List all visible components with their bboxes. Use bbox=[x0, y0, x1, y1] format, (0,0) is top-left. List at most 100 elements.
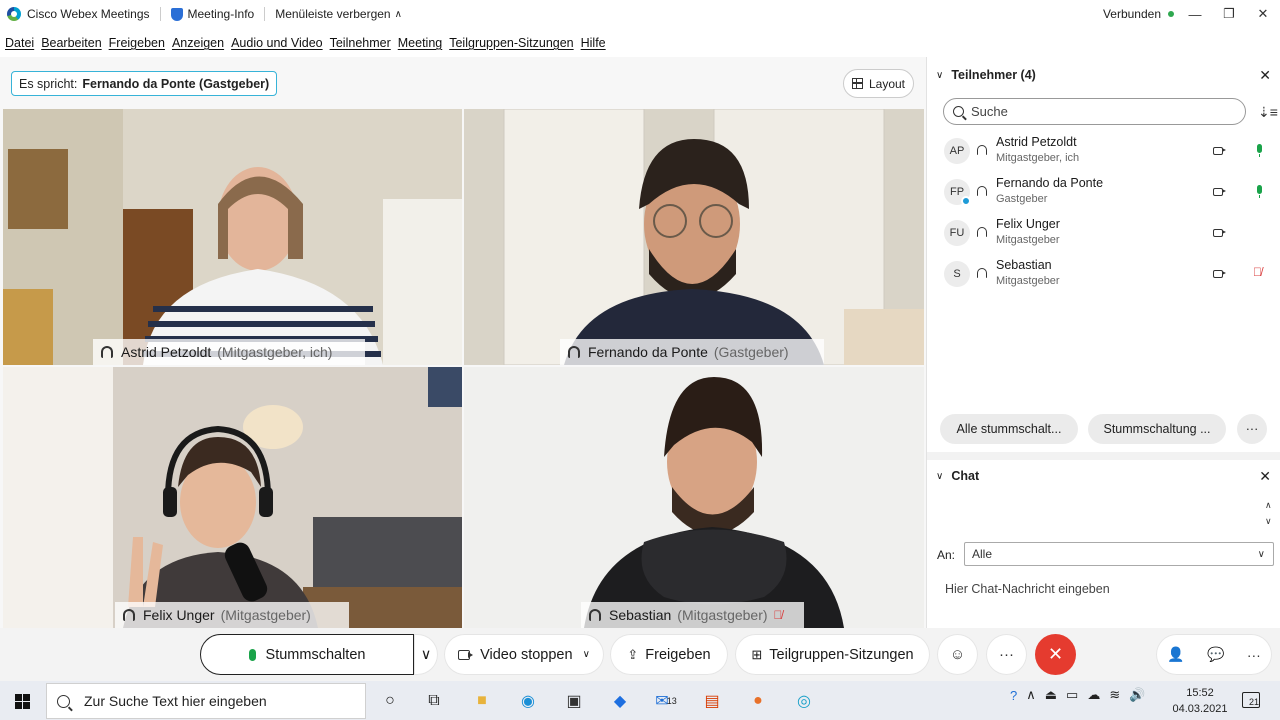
shield-icon bbox=[170, 7, 183, 21]
menu-freigeben[interactable]: Freigeben bbox=[109, 36, 165, 50]
camera-icon bbox=[1213, 188, 1226, 196]
video-feed-fernando bbox=[464, 109, 924, 365]
windows-start-icon[interactable] bbox=[15, 694, 30, 709]
menu-audio-video[interactable]: Audio und Video bbox=[231, 36, 323, 50]
mute-button[interactable]: Stummschalten bbox=[200, 634, 414, 675]
usb-icon[interactable]: ⏏ bbox=[1045, 687, 1057, 703]
tile-name: Astrid Petzoldt bbox=[121, 344, 212, 360]
video-tile-astrid[interactable]: Astrid Petzoldt (Mitgastgeber, ich) bbox=[3, 109, 462, 365]
layout-button[interactable]: Layout bbox=[843, 69, 914, 98]
video-tile-felix[interactable]: Felix Unger (Mitgastgeber) bbox=[3, 367, 462, 628]
mail-icon[interactable]: ✉ 13 bbox=[654, 689, 678, 713]
close-icon: ✕ bbox=[1047, 644, 1064, 664]
video-stage: Es spricht: Fernando da Ponte (Gastgeber… bbox=[0, 57, 926, 628]
tile-role: (Gastgeber) bbox=[713, 344, 789, 360]
participant-row[interactable]: FP Fernando da Ponte Gastgeber bbox=[941, 173, 1271, 213]
scroll-up-icon[interactable]: ∧ bbox=[1265, 497, 1272, 513]
more-controls-button[interactable]: ··· bbox=[986, 634, 1027, 675]
close-window-button[interactable]: ✕ bbox=[1246, 0, 1280, 28]
headset-icon bbox=[977, 268, 987, 278]
scroll-down-icon[interactable]: ∨ bbox=[1265, 513, 1272, 529]
breakout-sessions-button[interactable]: ⊞ Teilgruppen-Sitzungen bbox=[735, 634, 930, 675]
menu-datei[interactable]: Datei bbox=[5, 36, 34, 50]
mic-active-icon[interactable] bbox=[1257, 144, 1262, 157]
chat-scrollbar[interactable]: ∧ ∨ bbox=[1265, 497, 1272, 529]
mic-active-icon[interactable] bbox=[1257, 185, 1262, 198]
chevron-down-icon[interactable]: ∨ bbox=[583, 649, 590, 660]
participant-row[interactable]: AP Astrid Petzoldt Mitgastgeber, ich bbox=[941, 132, 1271, 172]
menu-bearbeiten[interactable]: Bearbeiten bbox=[41, 36, 101, 50]
hide-menubar-label: Menüleiste verbergen bbox=[275, 7, 391, 21]
taskbar-search-input[interactable]: Zur Suche Text hier eingeben bbox=[46, 683, 366, 719]
more-panels-icon[interactable]: ··· bbox=[1247, 647, 1261, 663]
leave-meeting-button[interactable]: ✕ bbox=[1035, 634, 1076, 675]
search-icon bbox=[953, 106, 964, 117]
clock-time: 15:52 bbox=[1186, 687, 1214, 699]
participants-header[interactable]: ∨ Teilnehmer (4) ✕ bbox=[927, 58, 1280, 92]
webex-logo-icon bbox=[7, 7, 21, 21]
cortana-icon[interactable]: ○ bbox=[378, 689, 402, 713]
participants-panel-icon[interactable]: 👤 bbox=[1167, 646, 1184, 663]
host-badge-icon bbox=[961, 196, 971, 206]
volume-icon[interactable]: 🔊 bbox=[1129, 687, 1145, 703]
separator bbox=[264, 7, 266, 21]
task-view-icon[interactable]: ⧉ bbox=[422, 689, 446, 713]
mute-all-button[interactable]: Alle stummschalt... bbox=[940, 414, 1078, 444]
restore-button[interactable]: ❐ bbox=[1212, 0, 1246, 28]
chevron-down-icon[interactable]: ∨ bbox=[936, 70, 943, 81]
chevron-up-icon: ∧ bbox=[394, 8, 402, 20]
menu-hilfe[interactable]: Hilfe bbox=[581, 36, 606, 50]
hide-menubar-button[interactable]: Menüleiste verbergen ∧ bbox=[275, 7, 402, 21]
clock-date: 04.03.2021 bbox=[1172, 703, 1228, 715]
share-button[interactable]: ⇪ Freigeben bbox=[610, 634, 728, 675]
menu-anzeigen[interactable]: Anzeigen bbox=[172, 36, 224, 50]
notification-center-icon[interactable]: 21 bbox=[1242, 692, 1260, 708]
close-participants-button[interactable]: ✕ bbox=[1259, 67, 1271, 84]
avatar-initials: S bbox=[953, 268, 961, 280]
chevron-up-icon[interactable]: ∧ bbox=[1026, 687, 1036, 703]
reactions-button[interactable]: ☺ bbox=[937, 634, 978, 675]
more-options-button[interactable]: ··· bbox=[1237, 414, 1267, 444]
chat-message-input[interactable]: Hier Chat-Nachricht eingeben bbox=[945, 582, 1110, 596]
sort-icon[interactable]: ⇣≡ bbox=[1258, 104, 1278, 121]
office-icon[interactable]: ▤ bbox=[700, 689, 724, 713]
participant-row[interactable]: FU Felix Unger Mitgastgeber bbox=[941, 214, 1271, 254]
more-controls-label: ··· bbox=[999, 646, 1014, 663]
participant-search-input[interactable]: Suche bbox=[943, 98, 1246, 125]
meeting-info-label: Meeting-Info bbox=[187, 7, 255, 21]
participant-row[interactable]: S Sebastian Mitgastgeber 🎙̸ bbox=[941, 255, 1271, 295]
headset-icon bbox=[977, 145, 987, 155]
close-chat-button[interactable]: ✕ bbox=[1259, 468, 1271, 485]
menu-teilgruppen[interactable]: Teilgruppen-Sitzungen bbox=[449, 36, 573, 50]
firefox-icon[interactable]: ● bbox=[746, 689, 770, 713]
cloud-icon[interactable]: ☁ bbox=[1087, 687, 1100, 703]
battery-icon[interactable]: ▭ bbox=[1066, 687, 1078, 703]
menu-teilnehmer[interactable]: Teilnehmer bbox=[330, 36, 391, 50]
mic-muted-icon[interactable]: 🎙̸ bbox=[1253, 265, 1262, 279]
file-explorer-icon[interactable]: ■ bbox=[470, 689, 494, 713]
video-tile-fernando[interactable]: Fernando da Ponte (Gastgeber) bbox=[464, 109, 924, 365]
menu-meeting[interactable]: Meeting bbox=[398, 36, 442, 50]
help-icon[interactable]: ? bbox=[1010, 688, 1017, 703]
mic-muted-icon: 🎙̸ bbox=[773, 608, 783, 622]
audio-options-button[interactable]: ∨ bbox=[414, 634, 438, 675]
video-tile-sebastian[interactable]: Sebastian (Mitgastgeber) 🎙̸ bbox=[464, 367, 924, 628]
wifi-icon[interactable]: ≋ bbox=[1109, 687, 1120, 703]
webex-taskbar-icon[interactable]: ◎ bbox=[792, 689, 816, 713]
stop-video-button[interactable]: Video stoppen ∨ bbox=[444, 634, 604, 675]
app-title: Cisco Webex Meetings bbox=[27, 7, 150, 21]
system-clock[interactable]: 15:52 04.03.2021 bbox=[1172, 685, 1228, 717]
chat-recipient-select[interactable]: Alle ∨ bbox=[964, 542, 1274, 566]
smiley-icon: ☺ bbox=[949, 646, 966, 663]
chat-panel-icon[interactable]: 💬 bbox=[1207, 646, 1224, 663]
chat-header[interactable]: ∨ Chat ✕ bbox=[927, 459, 1280, 493]
store-icon[interactable]: ▣ bbox=[562, 689, 586, 713]
chevron-down-icon[interactable]: ∨ bbox=[936, 471, 943, 482]
tile-role: (Mitgastgeber, ich) bbox=[217, 344, 333, 360]
camera-icon bbox=[1213, 147, 1226, 155]
minimize-button[interactable]: — bbox=[1178, 0, 1212, 28]
unmute-all-button[interactable]: Stummschaltung ... bbox=[1088, 414, 1226, 444]
dropbox-icon[interactable]: ◆ bbox=[608, 689, 632, 713]
edge-icon[interactable]: ◉ bbox=[516, 689, 540, 713]
meeting-info-button[interactable]: Meeting-Info bbox=[170, 7, 255, 21]
